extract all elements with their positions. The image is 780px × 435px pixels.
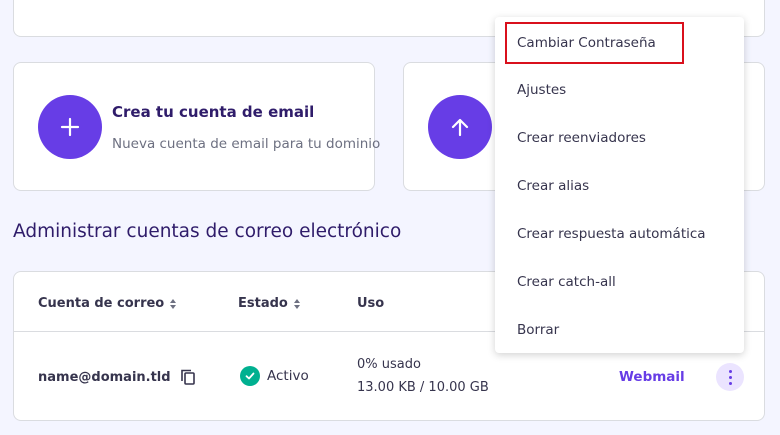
plus-icon: [60, 117, 80, 137]
check-icon: [240, 366, 260, 386]
menu-item-create-alias[interactable]: Crear alias: [517, 178, 589, 194]
options-menu: Cambiar Contraseña Ajustes Crear reenvia…: [495, 17, 744, 353]
menu-item-change-password[interactable]: Cambiar Contraseña: [517, 35, 656, 51]
webmail-link[interactable]: Webmail: [619, 369, 685, 385]
kebab-dot: [728, 369, 732, 373]
menu-item-create-autoresponder[interactable]: Crear respuesta automática: [517, 226, 706, 242]
create-email-title: Crea tu cuenta de email: [112, 103, 315, 121]
usage-size: 13.00 KB / 10.00 GB: [357, 380, 489, 395]
usage-percent: 0% usado: [357, 357, 421, 372]
menu-item-delete[interactable]: Borrar: [517, 322, 559, 338]
kebab-dot: [728, 381, 732, 385]
upload-button[interactable]: [428, 95, 492, 159]
sort-icon: [170, 298, 177, 309]
arrow-up-icon: [451, 118, 469, 137]
header-status[interactable]: Estado: [238, 296, 300, 311]
more-options-button[interactable]: [716, 363, 744, 391]
menu-item-create-catch-all[interactable]: Crear catch-all: [517, 274, 616, 290]
create-email-card[interactable]: Crea tu cuenta de email Nueva cuenta de …: [13, 62, 380, 191]
kebab-dot: [728, 375, 732, 379]
header-usage: Uso: [357, 296, 385, 311]
status-badge: Activo: [240, 366, 309, 386]
menu-item-create-forwarders[interactable]: Crear reenviadores: [517, 130, 646, 146]
header-email[interactable]: Cuenta de correo: [38, 296, 177, 311]
add-email-button[interactable]: [38, 95, 102, 159]
menu-item-settings[interactable]: Ajustes: [517, 82, 566, 98]
table-row-email: name@domain.tld: [38, 369, 195, 385]
copy-icon[interactable]: [180, 369, 195, 385]
create-email-subtitle: Nueva cuenta de email para tu dominio: [112, 136, 381, 152]
section-title: Administrar cuentas de correo electrónic…: [13, 221, 402, 242]
sort-icon: [293, 298, 300, 309]
